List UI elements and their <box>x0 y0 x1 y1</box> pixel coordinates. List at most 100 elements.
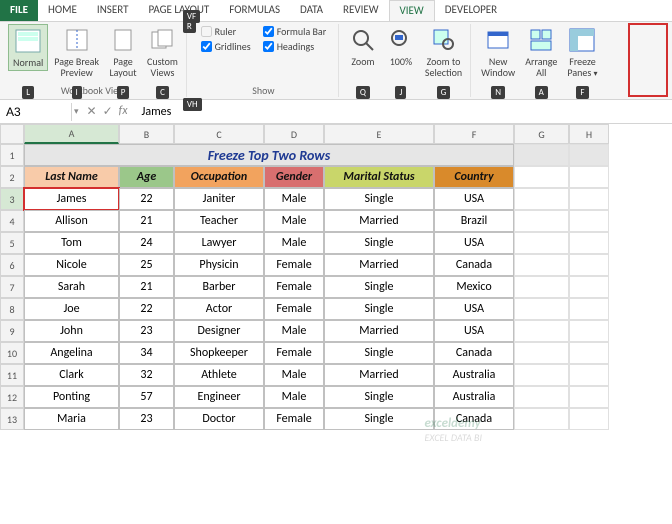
data-cell[interactable]: Male <box>264 320 324 342</box>
data-cell[interactable]: 23 <box>119 320 174 342</box>
data-cell[interactable]: Doctor <box>174 408 264 430</box>
tab-data[interactable]: DATA <box>290 0 333 21</box>
cell[interactable] <box>569 188 609 210</box>
data-cell[interactable]: Australia <box>434 364 514 386</box>
cell[interactable] <box>569 276 609 298</box>
cell[interactable] <box>514 386 569 408</box>
tab-file[interactable]: FILE <box>0 0 38 21</box>
data-cell[interactable]: James <box>24 188 119 210</box>
cell[interactable] <box>514 166 569 188</box>
tab-review[interactable]: REVIEW <box>333 0 389 21</box>
row-header-8[interactable]: 8 <box>0 298 24 320</box>
data-cell[interactable]: Single <box>324 342 434 364</box>
data-cell[interactable]: Married <box>324 364 434 386</box>
cell[interactable] <box>569 364 609 386</box>
data-cell[interactable]: Single <box>324 408 434 430</box>
row-header-12[interactable]: 12 <box>0 386 24 408</box>
cell[interactable] <box>569 386 609 408</box>
cell[interactable] <box>514 408 569 430</box>
data-cell[interactable]: Maria <box>24 408 119 430</box>
data-cell[interactable]: Teacher <box>174 210 264 232</box>
data-cell[interactable]: Single <box>324 232 434 254</box>
row-header-11[interactable]: 11 <box>0 364 24 386</box>
cell[interactable] <box>569 254 609 276</box>
data-cell[interactable]: Canada <box>434 342 514 364</box>
namebox-dropdown-icon[interactable]: ▾ <box>72 106 81 117</box>
data-cell[interactable]: 25 <box>119 254 174 276</box>
cell[interactable] <box>569 144 609 166</box>
data-cell[interactable]: Actor <box>174 298 264 320</box>
cell[interactable] <box>514 364 569 386</box>
row-header-3[interactable]: 3 <box>0 188 24 210</box>
header-gender[interactable]: Gender <box>264 166 324 188</box>
data-cell[interactable]: Male <box>264 210 324 232</box>
data-cell[interactable]: Male <box>264 364 324 386</box>
cell[interactable] <box>514 210 569 232</box>
data-cell[interactable]: Designer <box>174 320 264 342</box>
cell[interactable] <box>569 232 609 254</box>
data-cell[interactable]: Female <box>264 276 324 298</box>
row-header-1[interactable]: 1 <box>0 144 24 166</box>
col-header-G[interactable]: G <box>514 124 569 144</box>
data-cell[interactable]: Female <box>264 254 324 276</box>
cell[interactable] <box>514 276 569 298</box>
cell[interactable] <box>569 210 609 232</box>
ruler-checkbox[interactable]: RulerR <box>201 25 251 38</box>
data-cell[interactable]: Canada <box>434 408 514 430</box>
data-cell[interactable]: Lawyer <box>174 232 264 254</box>
headings-checkbox[interactable]: HeadingsVH <box>263 40 327 53</box>
data-cell[interactable]: Shopkeeper <box>174 342 264 364</box>
data-cell[interactable]: 32 <box>119 364 174 386</box>
data-cell[interactable]: Canada <box>434 254 514 276</box>
data-cell[interactable]: 22 <box>119 188 174 210</box>
col-header-F[interactable]: F <box>434 124 514 144</box>
data-cell[interactable]: Janiter <box>174 188 264 210</box>
row-header-10[interactable]: 10 <box>0 342 24 364</box>
cancel-icon[interactable]: ✕ <box>87 104 97 119</box>
row-header-5[interactable]: 5 <box>0 232 24 254</box>
col-header-A[interactable]: A <box>24 124 119 144</box>
row-header-9[interactable]: 9 <box>0 320 24 342</box>
cell[interactable] <box>514 144 569 166</box>
data-cell[interactable]: Physicin <box>174 254 264 276</box>
cell[interactable] <box>514 298 569 320</box>
data-cell[interactable]: 23 <box>119 408 174 430</box>
data-cell[interactable]: Female <box>264 342 324 364</box>
data-cell[interactable]: Sarah <box>24 276 119 298</box>
row-header-6[interactable]: 6 <box>0 254 24 276</box>
cell[interactable] <box>569 320 609 342</box>
header-age[interactable]: Age <box>119 166 174 188</box>
data-cell[interactable]: USA <box>434 320 514 342</box>
normal-view-button[interactable]: Normal L <box>8 24 48 71</box>
new-window-button[interactable]: New WindowN <box>477 24 519 80</box>
header-last-name[interactable]: Last Name <box>24 166 119 188</box>
cell[interactable] <box>569 166 609 188</box>
cell[interactable] <box>514 320 569 342</box>
data-cell[interactable]: USA <box>434 232 514 254</box>
tab-view[interactable]: VIEW <box>389 0 435 21</box>
gridlines-checkbox[interactable]: GridlinesVG <box>201 40 251 53</box>
data-cell[interactable]: Angelina <box>24 342 119 364</box>
data-cell[interactable]: Single <box>324 298 434 320</box>
data-cell[interactable]: 34 <box>119 342 174 364</box>
data-cell[interactable]: Single <box>324 276 434 298</box>
custom-views-button[interactable]: Custom Views C <box>143 24 182 80</box>
data-cell[interactable]: Married <box>324 320 434 342</box>
data-cell[interactable]: Female <box>264 298 324 320</box>
cell[interactable] <box>514 188 569 210</box>
data-cell[interactable]: Allison <box>24 210 119 232</box>
arrange-all-button[interactable]: Arrange AllA <box>521 24 561 80</box>
page-layout-button[interactable]: Page Layout P <box>105 24 141 80</box>
data-cell[interactable]: Male <box>264 188 324 210</box>
col-header-D[interactable]: D <box>264 124 324 144</box>
freeze-panes-button[interactable]: Freeze Panes ▾F <box>563 24 601 81</box>
data-cell[interactable]: Mexico <box>434 276 514 298</box>
data-cell[interactable]: 22 <box>119 298 174 320</box>
data-cell[interactable]: USA <box>434 188 514 210</box>
cell[interactable] <box>514 342 569 364</box>
data-cell[interactable]: Single <box>324 386 434 408</box>
data-cell[interactable]: Female <box>264 408 324 430</box>
header-marital-status[interactable]: Marital Status <box>324 166 434 188</box>
data-cell[interactable]: Married <box>324 254 434 276</box>
col-header-C[interactable]: C <box>174 124 264 144</box>
